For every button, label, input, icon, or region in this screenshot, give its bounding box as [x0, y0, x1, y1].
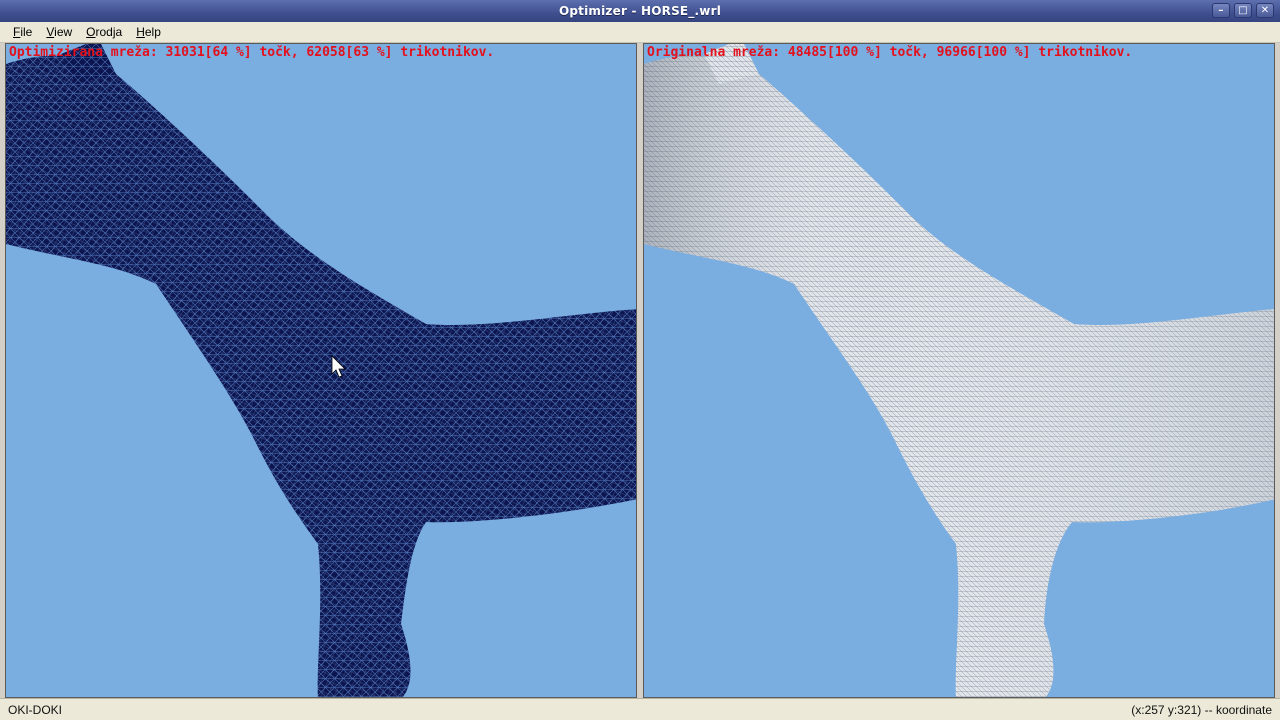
original-horse-mesh: [644, 44, 1274, 697]
title-bar: Optimizer - HORSE_.wrl – □ ✕: [0, 0, 1280, 22]
close-icon[interactable]: ✕: [1256, 3, 1274, 18]
optimized-horse-mesh: [6, 44, 636, 697]
coordinate-readout: (x:257 y:321) -- koordinate: [1131, 702, 1272, 717]
menu-bar: File View Orodja Help: [0, 22, 1280, 43]
original-mesh-label: Originalna mreža: 48485[100 %] točk, 969…: [647, 45, 1133, 60]
optimized-mesh-label: Optimizirana mreža: 31031[64 %] točk, 62…: [9, 45, 495, 60]
menu-orodja[interactable]: Orodja: [79, 23, 129, 42]
original-mesh-viewport[interactable]: Originalna mreža: 48485[100 %] točk, 969…: [643, 43, 1275, 698]
menu-file[interactable]: File: [6, 23, 39, 42]
minimize-icon[interactable]: –: [1212, 3, 1230, 18]
status-message: OKI-DOKI: [8, 702, 63, 717]
status-bar: OKI-DOKI (x:257 y:321) -- koordinate: [0, 698, 1280, 720]
menu-help[interactable]: Help: [129, 23, 168, 42]
optimized-mesh-viewport[interactable]: Optimizirana mreža: 31031[64 %] točk, 62…: [5, 43, 637, 698]
maximize-icon[interactable]: □: [1234, 3, 1252, 18]
window-controls: – □ ✕: [1212, 3, 1274, 18]
menu-view[interactable]: View: [39, 23, 79, 42]
window-title: Optimizer - HORSE_.wrl: [558, 4, 722, 18]
